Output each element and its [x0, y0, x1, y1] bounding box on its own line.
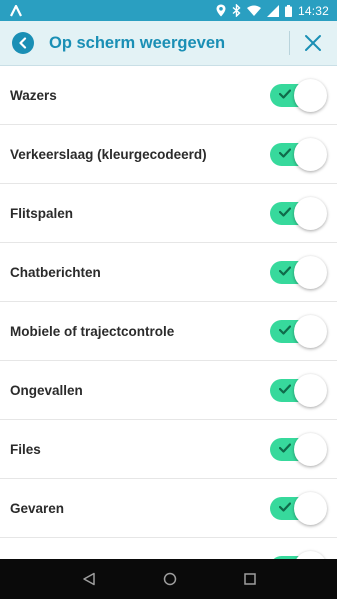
close-button[interactable] [302, 32, 324, 54]
header-divider [289, 31, 290, 55]
checkmark-icon [279, 148, 291, 158]
toggle-accidents[interactable] [269, 373, 327, 407]
checkmark-icon [279, 443, 291, 453]
toggle-traffic-jams[interactable] [269, 432, 327, 466]
toggle-knob [294, 374, 327, 407]
recents-square-icon[interactable] [243, 573, 256, 585]
system-nav-bar [0, 559, 337, 599]
settings-list: Wazers Verkeerslaag (kleurgecodeerd) Fli… [0, 66, 337, 559]
toggle-knob [294, 256, 327, 289]
setting-row-wazers: Wazers [0, 66, 337, 125]
setting-label: Ongevallen [10, 382, 83, 398]
setting-row-partial [0, 538, 337, 559]
toggle-partial[interactable] [269, 550, 327, 559]
toggle-knob [294, 197, 327, 230]
checkmark-icon [279, 502, 291, 512]
toggle-knob [294, 79, 327, 112]
setting-label: Gevaren [10, 500, 65, 516]
setting-label: Wazers [10, 87, 57, 103]
close-icon [305, 35, 321, 51]
setting-label: Mobiele of trajectcontrole [10, 323, 175, 339]
location-icon [216, 4, 226, 17]
setting-row-traffic-jams: Files [0, 420, 337, 479]
toggle-traffic-layer[interactable] [269, 137, 327, 171]
setting-row-traffic-layer: Verkeerslaag (kleurgecodeerd) [0, 125, 337, 184]
chevron-left-icon [19, 37, 27, 49]
status-bar: 14:32 [0, 0, 337, 21]
page-title: Op scherm weergeven [49, 33, 226, 52]
toggle-chat-messages[interactable] [269, 255, 327, 289]
status-time: 14:32 [297, 3, 329, 18]
checkmark-icon [279, 384, 291, 394]
setting-row-accidents: Ongevallen [0, 361, 337, 420]
setting-label: Files [10, 441, 41, 457]
setting-row-speed-cameras: Flitspalen [0, 184, 337, 243]
setting-row-mobile-or-section-control: Mobiele of trajectcontrole [0, 302, 337, 361]
waze-notification-icon [9, 4, 23, 17]
toggle-wazers[interactable] [269, 78, 327, 112]
setting-row-chat-messages: Chatberichten [0, 243, 337, 302]
signal-icon [266, 4, 279, 17]
battery-icon [284, 4, 292, 17]
toggle-speed-cameras[interactable] [269, 196, 327, 230]
app-bar: Op scherm weergeven [0, 21, 337, 66]
toggle-hazards[interactable] [269, 491, 327, 525]
toggle-knob [294, 315, 327, 348]
setting-label: Flitspalen [10, 205, 74, 221]
back-button[interactable] [12, 32, 34, 54]
toggle-knob [294, 138, 327, 171]
back-triangle-icon[interactable] [82, 572, 96, 586]
status-icons: 14:32 [216, 4, 329, 18]
checkmark-icon [279, 89, 291, 99]
checkmark-icon [279, 266, 291, 276]
toggle-knob [294, 551, 327, 559]
bluetooth-icon [232, 4, 241, 17]
wifi-icon [246, 5, 261, 16]
setting-label: Chatberichten [10, 264, 101, 280]
toggle-knob [294, 492, 327, 525]
checkmark-icon [279, 325, 291, 335]
toggle-mobile-or-section-control[interactable] [269, 314, 327, 348]
toggle-knob [294, 433, 327, 466]
setting-label: Verkeerslaag (kleurgecodeerd) [10, 146, 207, 162]
home-circle-icon[interactable] [163, 572, 177, 586]
checkmark-icon [279, 207, 291, 217]
setting-row-hazards: Gevaren [0, 479, 337, 538]
